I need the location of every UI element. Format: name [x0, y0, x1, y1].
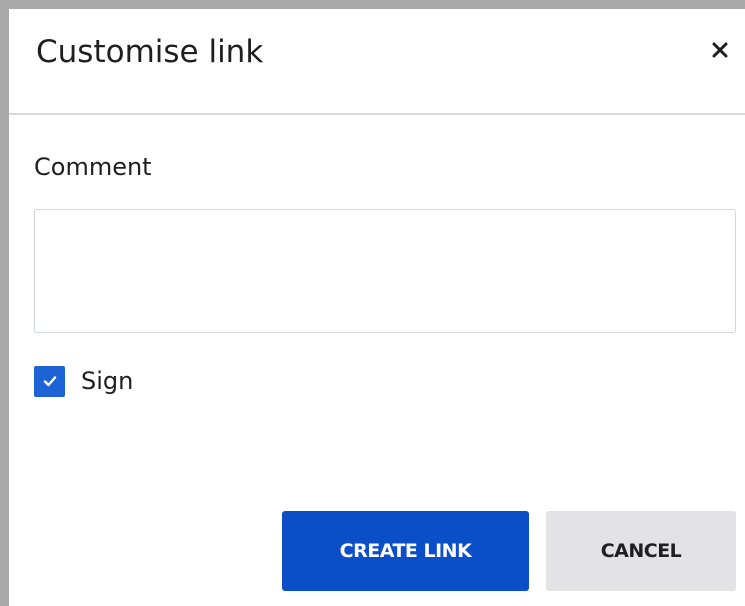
- close-icon[interactable]: [709, 39, 731, 61]
- customise-link-dialog: Customise link Comment Sign CREATE LINK …: [9, 9, 745, 606]
- comment-label: Comment: [34, 153, 152, 181]
- dialog-title: Customise link: [36, 34, 264, 70]
- create-link-button[interactable]: CREATE LINK: [282, 511, 529, 591]
- sign-label: Sign: [81, 367, 134, 395]
- sign-checkbox-row[interactable]: Sign: [34, 364, 133, 398]
- dialog-header: Customise link: [9, 9, 745, 115]
- comment-input[interactable]: [34, 209, 736, 333]
- cancel-button[interactable]: CANCEL: [546, 511, 736, 591]
- checkmark-icon: [43, 376, 56, 387]
- sign-checkbox[interactable]: [34, 365, 65, 397]
